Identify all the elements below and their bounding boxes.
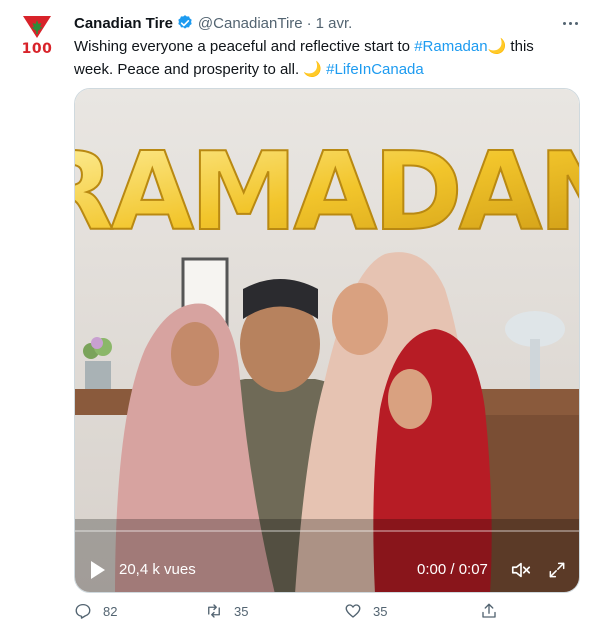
retweet-button[interactable]: 35 [205, 602, 248, 620]
hashtag-link[interactable]: #LifeInCanada [326, 61, 424, 78]
crescent-moon-emoji: 🌙 [303, 61, 322, 78]
volume-icon[interactable] [510, 559, 532, 581]
fullscreen-icon[interactable] [547, 560, 567, 580]
avatar[interactable]: 100 [13, 10, 61, 58]
tweet-timestamp[interactable]: 1 avr. [316, 15, 353, 32]
balloon-letters: RAMADAN [75, 130, 580, 255]
play-icon[interactable] [89, 559, 107, 581]
reply-icon [75, 603, 91, 619]
video-progress-bar[interactable] [75, 530, 579, 532]
reply-button[interactable]: 82 [74, 602, 117, 620]
video-thumbnail: RAMADAN [75, 89, 580, 592]
verified-badge-icon [178, 15, 192, 29]
triangle-leaf-icon [23, 16, 51, 38]
share-icon [482, 603, 496, 618]
tweet-header: Canadian Tire @CanadianTire · 1 avr. [74, 12, 352, 34]
video-player[interactable]: RAMADAN 20,4 k vues 0:00 / 0:07 [74, 88, 580, 593]
reply-count: 82 [103, 603, 118, 619]
author-display-name[interactable]: Canadian Tire [74, 15, 173, 32]
share-button[interactable] [480, 602, 509, 620]
tweet-actions: 82 35 35 [74, 602, 514, 624]
avatar-text: 100 [21, 41, 53, 57]
video-timecode: 0:00 / 0:07 [417, 561, 488, 578]
tweet: 100 Canadian Tire @CanadianTire · 1 avr.… [0, 0, 604, 624]
retweet-count: 35 [234, 603, 249, 619]
like-button[interactable]: 35 [344, 602, 387, 620]
hashtag-link[interactable]: #Ramadan [414, 38, 487, 55]
author-handle[interactable]: @CanadianTire [198, 15, 303, 32]
tweet-text-part: Wishing everyone a peaceful and reflecti… [74, 38, 415, 55]
crescent-moon-emoji: 🌙 [487, 38, 507, 55]
separator-dot: · [306, 14, 312, 32]
tweet-text: Wishing everyone a peaceful and reflecti… [74, 35, 564, 81]
like-count: 35 [373, 603, 388, 619]
retweet-icon [208, 604, 220, 618]
more-horizontal-icon[interactable] [558, 14, 582, 32]
view-count: 20,4 k vues [119, 561, 196, 578]
like-icon [345, 604, 361, 618]
